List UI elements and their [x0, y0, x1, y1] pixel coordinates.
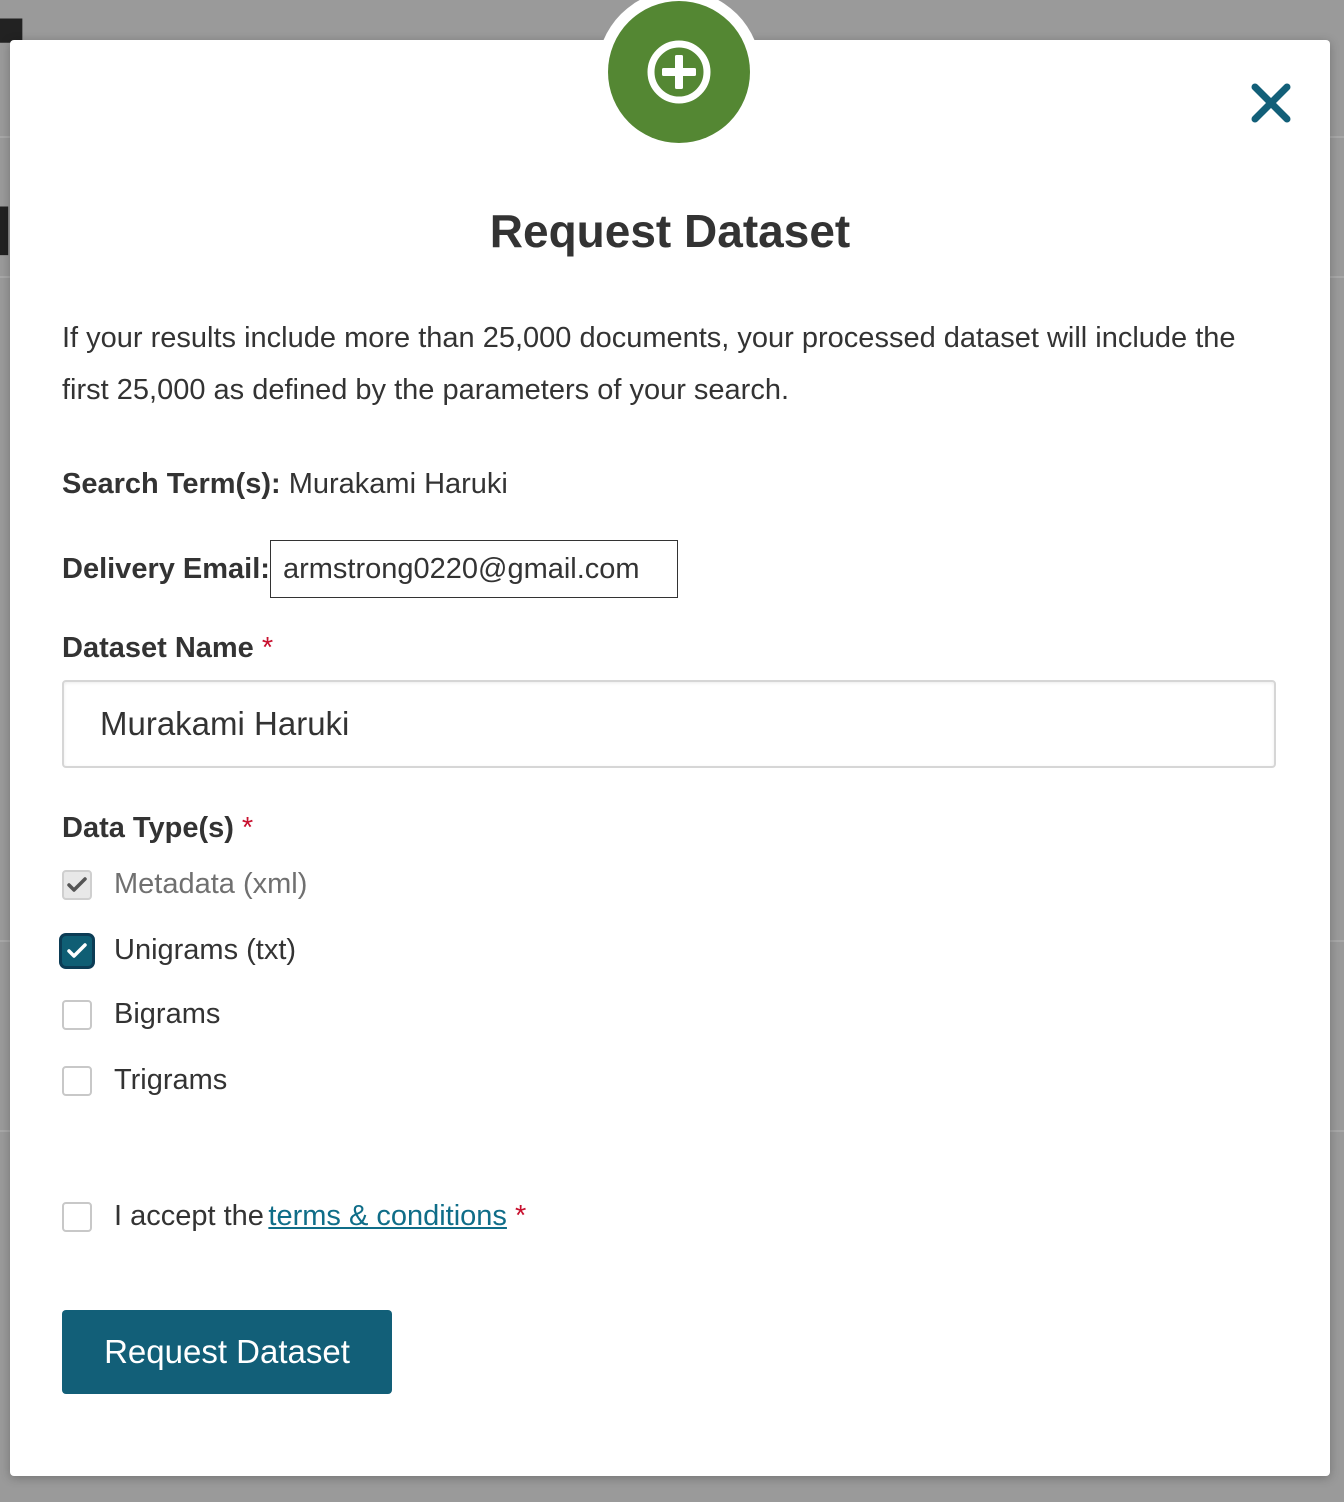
- search-term-label: Search Term(s):: [62, 468, 289, 500]
- data-types-label: Data Type(s) *: [62, 812, 253, 845]
- request-dataset-button[interactable]: Request Dataset: [62, 1310, 392, 1394]
- intro-text: If your results include more than 25,000…: [62, 322, 1236, 406]
- modal-title: Request Dataset: [489, 205, 851, 257]
- terms-checkbox[interactable]: [62, 1201, 92, 1232]
- delivery-email-value: armstrong0220@gmail.com: [269, 540, 678, 598]
- data-type-option-bigrams[interactable]: Bigrams: [62, 998, 220, 1031]
- dataset-name-label: Dataset Name *: [62, 632, 273, 665]
- required-marker: *: [261, 632, 274, 664]
- trigrams-checkbox[interactable]: [62, 1065, 92, 1096]
- plus-circle-icon: [608, 1, 750, 143]
- unigrams-label: Unigrams (txt): [114, 934, 297, 966]
- trigrams-label: Trigrams: [114, 1064, 228, 1096]
- required-marker: *: [241, 812, 254, 844]
- data-type-option-unigrams[interactable]: Unigrams (txt): [62, 934, 296, 967]
- delivery-email-row: Delivery Email: armstrong0220@gmail.com: [62, 540, 678, 598]
- close-icon: [1251, 83, 1291, 123]
- request-dataset-modal: Request Dataset If your results include …: [10, 0, 1330, 1476]
- search-term-row: Search Term(s): Murakami Haruki: [62, 468, 508, 501]
- terms-prefix: I accept the: [114, 1200, 264, 1232]
- delivery-email-label: Delivery Email:: [62, 552, 270, 585]
- bigrams-checkbox[interactable]: [62, 999, 92, 1030]
- terms-link[interactable]: terms & conditions: [268, 1200, 507, 1233]
- data-type-option-metadata[interactable]: Metadata (xml): [62, 868, 307, 901]
- checkmark-icon: [67, 876, 87, 892]
- close-button[interactable]: [1246, 78, 1296, 128]
- checkmark-icon: [67, 942, 87, 958]
- required-marker: *: [514, 1200, 527, 1232]
- data-type-option-trigrams[interactable]: Trigrams: [62, 1064, 227, 1097]
- unigrams-checkbox[interactable]: [62, 935, 92, 966]
- terms-row: I accept the terms & conditions *: [62, 1200, 526, 1233]
- metadata-checkbox[interactable]: [62, 869, 92, 900]
- plus-circle-icon-graphic: [647, 40, 711, 104]
- dataset-name-label-text: Dataset Name: [62, 632, 254, 664]
- metadata-label: Metadata (xml): [114, 868, 308, 900]
- dataset-name-input[interactable]: [62, 680, 1276, 768]
- data-types-label-text: Data Type(s): [62, 812, 234, 844]
- bigrams-label: Bigrams: [114, 998, 221, 1030]
- search-term-value: Murakami Haruki: [288, 468, 508, 500]
